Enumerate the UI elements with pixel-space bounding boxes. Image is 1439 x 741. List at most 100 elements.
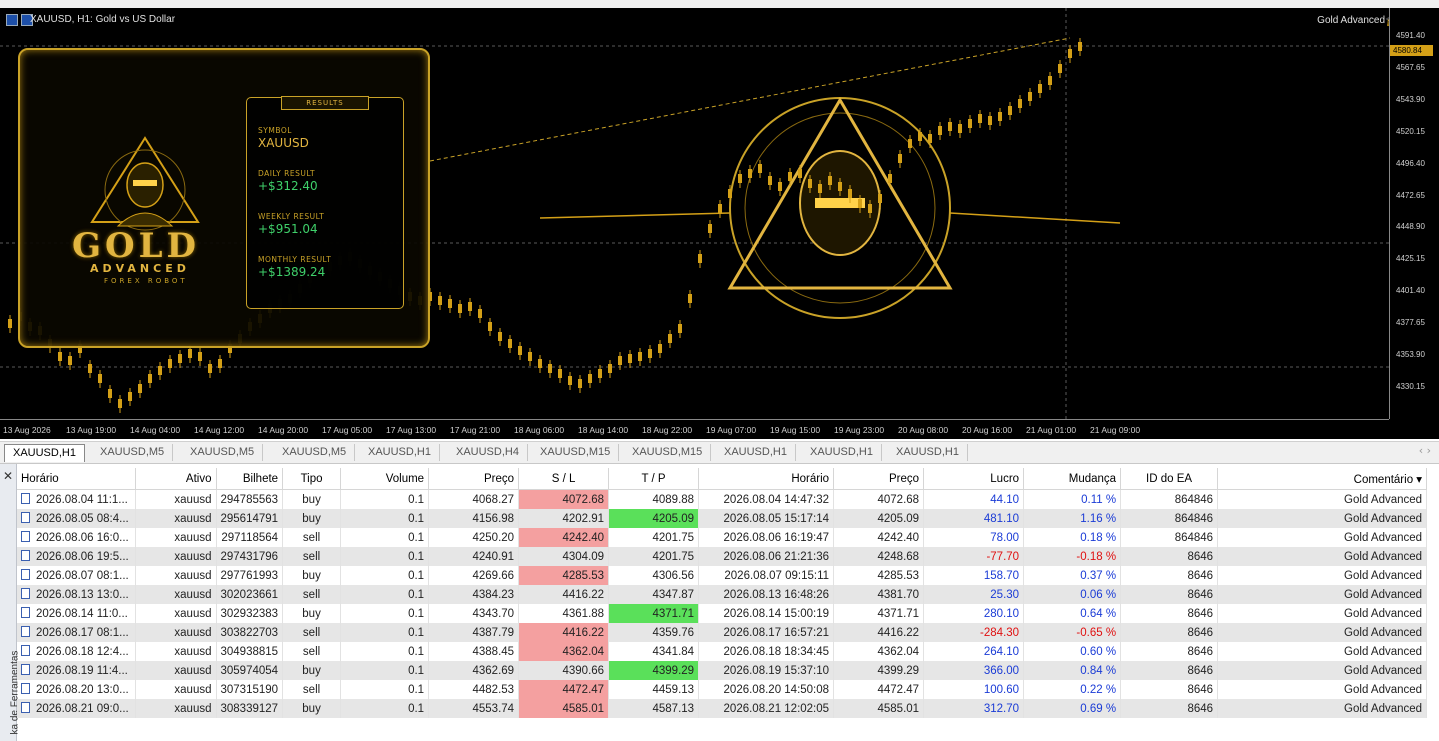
tab-chart-2[interactable]: XAUUSD,M5 (182, 444, 264, 461)
column-header[interactable]: Comentário ▾ (1217, 468, 1428, 490)
column-header[interactable]: Volume (340, 468, 430, 490)
column-header[interactable]: Horário (698, 468, 835, 490)
table-row[interactable]: 2026.08.07 08:1... xauusd 297761993 buy 0.1 4… (17, 566, 1428, 585)
tab-chart-7[interactable]: XAUUSD,M15 (624, 444, 712, 461)
table-row[interactable]: 2026.08.06 16:0... xauusd 297118564 sell 0.1… (17, 528, 1428, 547)
table-row[interactable]: 2026.08.14 11:0... xauusd 302932383 buy 0.1 4… (17, 604, 1428, 623)
table-row[interactable]: 2026.08.20 13:0... xauusd 307315190 sell 0.1… (17, 680, 1428, 699)
cell-change: 0.84 % (1023, 661, 1122, 680)
time-tick-label: 19 Aug 15:00 (770, 425, 821, 435)
tab-scroll-arrows[interactable]: ‹ › (1419, 444, 1431, 457)
column-header[interactable]: S / L (518, 468, 610, 490)
cell-change: 1.16 % (1023, 509, 1122, 528)
table-row[interactable]: 2026.08.06 19:5... xauusd 297431796 sell 0.1… (17, 547, 1428, 566)
table-row[interactable]: 2026.08.21 09:0... xauusd 308339127 buy 0.1 4… (17, 699, 1428, 718)
cell-tp: 4371.71 (608, 604, 700, 623)
table-row[interactable]: 2026.08.04 11:1... xauusd 294785563 buy 0.1 4… (17, 489, 1428, 509)
tab-chart-10[interactable]: XAUUSD,H1 (888, 444, 968, 461)
close-icon[interactable]: ✕ (3, 469, 13, 483)
cell-change: 0.22 % (1023, 680, 1122, 699)
cell-open-time: 2026.08.06 16:0... (17, 528, 136, 547)
weekly-result-value: +$951.04 (258, 222, 318, 236)
cell-ea-id: 8646 (1120, 547, 1219, 566)
column-header[interactable]: Ativo (135, 468, 217, 490)
cell-volume: 0.1 (340, 489, 430, 509)
candle-body (668, 334, 672, 343)
table-row[interactable]: 2026.08.05 08:4... xauusd 295614791 buy 0.1 4… (17, 509, 1428, 528)
candle-body (568, 376, 572, 385)
column-header[interactable]: Preço (833, 468, 925, 490)
candle-body (98, 374, 102, 383)
table-row[interactable]: 2026.08.17 08:1... xauusd 303822703 sell 0.1… (17, 623, 1428, 642)
cell-sl: 4072.68 (518, 489, 610, 509)
candle-body (938, 126, 942, 135)
cell-close-price: 4362.04 (833, 642, 925, 661)
cell-ticket: 294785563 (216, 489, 284, 509)
price-tick-label: 4543.90 (1396, 94, 1425, 104)
tab-chart-4[interactable]: XAUUSD,H1 (360, 444, 440, 461)
cell-type: sell (282, 623, 342, 642)
column-header[interactable]: Preço (428, 468, 520, 490)
candle-body (828, 176, 832, 185)
column-header[interactable]: Lucro (923, 468, 1025, 490)
tab-chart-5[interactable]: XAUUSD,H4 (448, 444, 528, 461)
tab-chart-1[interactable]: XAUUSD,M5 (92, 444, 174, 461)
cell-type: sell (282, 642, 342, 661)
cell-comment: Gold Advanced (1217, 642, 1428, 661)
table-row[interactable]: 2026.08.18 12:4... xauusd 304938815 sell 0.1… (17, 642, 1428, 661)
column-header[interactable]: Bilhete (216, 468, 284, 490)
toolbox-panel: ✕ ka de Ferramentas Horário Ativo Bilhete T… (0, 464, 1439, 741)
cell-type: buy (282, 489, 342, 509)
table-row[interactable]: 2026.08.19 11:4... xauusd 305974054 buy 0.1 4… (17, 661, 1428, 680)
cell-ea-id: 8646 (1120, 585, 1219, 604)
candle-body (578, 379, 582, 388)
cell-profit: 158.70 (923, 566, 1025, 585)
price-tick-label: 4472.65 (1396, 190, 1425, 200)
candle-body (728, 189, 732, 198)
cell-symbol: xauusd (135, 509, 217, 528)
time-tick-label: 19 Aug 07:00 (706, 425, 757, 435)
candle-body (548, 364, 552, 373)
cell-ticket: 297761993 (216, 566, 284, 585)
cell-ea-id: 8646 (1120, 680, 1219, 699)
cell-volume: 0.1 (340, 623, 430, 642)
cell-tp: 4347.87 (608, 585, 700, 604)
candle-body (848, 189, 852, 198)
cell-symbol: xauusd (135, 547, 217, 566)
cell-sl: 4304.09 (518, 547, 610, 566)
time-tick-label: 18 Aug 22:00 (642, 425, 693, 435)
candle-body (988, 116, 992, 125)
column-header[interactable]: Tipo (282, 468, 342, 490)
tab-chart-6[interactable]: XAUUSD,M15 (532, 444, 620, 461)
candle-body (698, 254, 702, 263)
cell-open-price: 4156.98 (428, 509, 520, 528)
candle-body (1038, 84, 1042, 93)
candle-body (718, 204, 722, 213)
cell-open-price: 4482.53 (428, 680, 520, 699)
tab-chart-3[interactable]: XAUUSD,M5 (274, 444, 356, 461)
logo-advanced-text: ADVANCED (90, 262, 190, 275)
candle-body (588, 374, 592, 383)
tab-chart-0[interactable]: XAUUSD,H1 (4, 444, 85, 462)
cell-volume: 0.1 (340, 680, 430, 699)
document-icon (21, 588, 30, 599)
tab-chart-9[interactable]: XAUUSD,H1 (802, 444, 882, 461)
chart-menu-icon[interactable] (6, 14, 18, 26)
cell-type: buy (282, 509, 342, 528)
candle-body (468, 302, 472, 311)
column-header[interactable]: Horário (17, 468, 136, 490)
cell-change: 0.11 % (1023, 489, 1122, 509)
document-icon (21, 493, 30, 504)
price-chart[interactable]: XAUUSD, H1: Gold vs US Dollar Gold Advan… (0, 8, 1439, 439)
candle-body (948, 122, 952, 131)
column-header[interactable]: T / P (608, 468, 700, 490)
table-row[interactable]: 2026.08.13 13:0... xauusd 302023661 sell 0.1… (17, 585, 1428, 604)
cell-open-price: 4384.23 (428, 585, 520, 604)
expert-advisor-label[interactable]: Gold Advanced (1317, 15, 1385, 26)
column-header[interactable]: Mudança (1023, 468, 1122, 490)
cell-comment: Gold Advanced (1217, 623, 1428, 642)
column-header[interactable]: ID do EA (1120, 468, 1219, 490)
cell-change: -0.18 % (1023, 547, 1122, 566)
cell-type: sell (282, 680, 342, 699)
tab-chart-8[interactable]: XAUUSD,H1 (716, 444, 796, 461)
